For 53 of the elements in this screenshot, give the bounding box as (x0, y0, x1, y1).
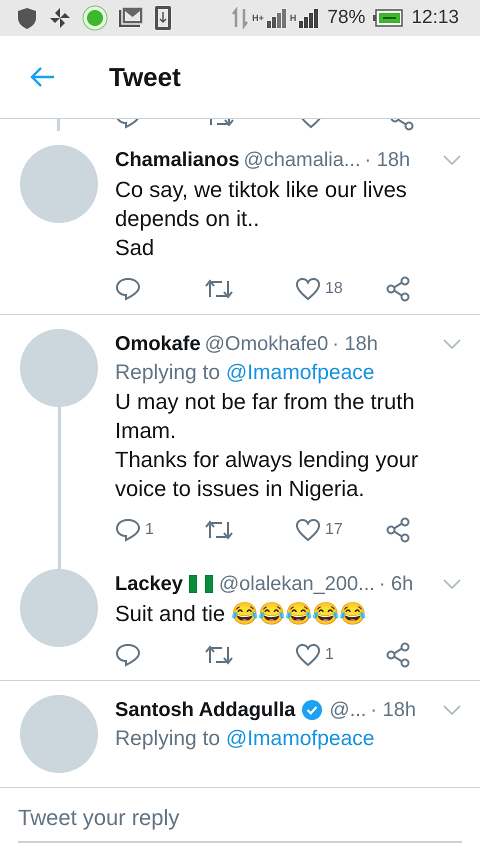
shield-icon (16, 6, 38, 30)
mention-link[interactable]: @Imamofpeace (226, 361, 374, 384)
verified-icon (301, 699, 324, 721)
tweet-text: U may not be far from the truth Imam. Thanks for always lending your voice to issues in Nigeria. (115, 388, 420, 503)
mail-icon (118, 6, 144, 30)
heart-icon[interactable] (295, 518, 321, 542)
replying-to-text: Replying to @Imamofpeace (115, 360, 376, 386)
reply-icon[interactable] (115, 643, 141, 667)
user-handle[interactable]: @... (329, 698, 366, 722)
like-count: 1 (325, 646, 334, 664)
like-count: 17 (325, 521, 343, 539)
share-icon[interactable] (385, 642, 411, 668)
user-handle[interactable]: @Omokhafe0 (204, 332, 328, 356)
reply-field[interactable]: Tweet your reply (18, 799, 462, 843)
replying-to-text: Replying to @Imamofpeace (115, 726, 376, 752)
reply-icon[interactable] (115, 518, 141, 542)
heart-icon[interactable] (295, 277, 321, 301)
flag-icon (188, 575, 213, 593)
user-name[interactable]: Chamalianos (115, 148, 240, 172)
tweet-text: Co say, we tiktok like our lives depends on it.. Sad (115, 176, 408, 262)
signal-icon (299, 8, 320, 28)
share-icon[interactable] (385, 276, 411, 302)
battery-icon (373, 9, 404, 27)
user-handle[interactable]: @olalekan_200... (218, 572, 375, 596)
reply-count: 1 (145, 521, 154, 539)
timer-icon (82, 5, 108, 31)
network-type: H+ (252, 13, 264, 23)
user-name[interactable]: Lackey (115, 572, 183, 596)
back-arrow-icon[interactable] (29, 66, 55, 88)
user-handle[interactable]: @chamalia... (243, 148, 360, 172)
tweet-time: · 18h (370, 698, 416, 722)
signal-icon (266, 8, 287, 28)
heart-icon[interactable] (295, 643, 321, 667)
network-type: H (290, 13, 296, 23)
tweet-time: · 6h (378, 572, 414, 596)
user-name[interactable]: Omokafe (115, 332, 201, 356)
mention-link[interactable]: @Imamofpeace (226, 727, 374, 750)
retweet-icon[interactable] (205, 518, 233, 542)
clock: 12:13 (411, 7, 459, 29)
like-count: 18 (325, 280, 343, 298)
battery-percent: 78% (327, 7, 366, 29)
page-title: Tweet (109, 62, 181, 92)
download-icon (154, 5, 172, 31)
reply-icon[interactable] (115, 277, 141, 301)
retweet-icon[interactable] (205, 277, 233, 301)
user-name[interactable]: Santosh Addagulla (115, 698, 296, 722)
tweet-time: · 18h (364, 148, 410, 172)
tweet-text: Suit and tie 😂😂😂😂😂 (115, 600, 368, 628)
tweet-time: · 18h (332, 332, 378, 356)
share-icon[interactable] (385, 517, 411, 543)
data-arrows-icon (231, 7, 250, 29)
pinwheel-icon (48, 6, 72, 30)
retweet-icon[interactable] (205, 643, 233, 667)
